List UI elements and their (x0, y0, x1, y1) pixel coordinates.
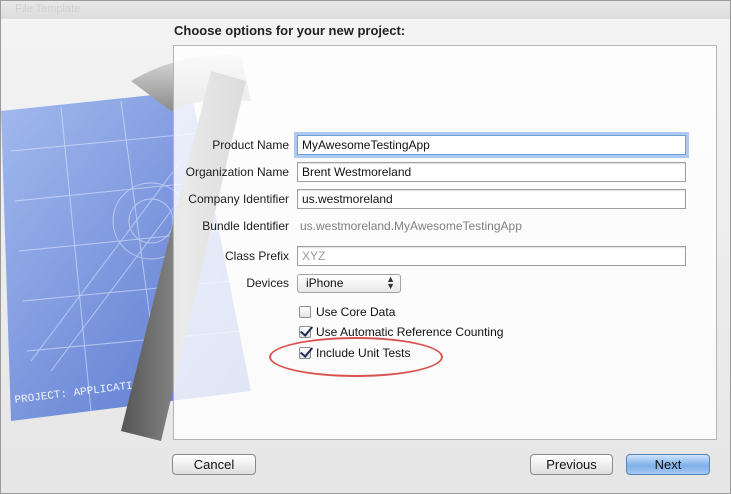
highlight-ellipse (269, 337, 443, 377)
organization-name-input[interactable] (297, 162, 686, 182)
product-name-input[interactable] (297, 135, 686, 155)
product-name-label: Product Name (212, 138, 289, 152)
title-bar: File Template (1, 1, 730, 19)
checkmark-icon (299, 326, 311, 338)
use-core-data-checkbox[interactable]: Use Core Data (299, 305, 395, 319)
up-down-arrows-icon: ▲ ▼ (386, 274, 395, 291)
page-title: Choose options for your new project: (174, 23, 406, 38)
bundle-identifier-label: Bundle Identifier (202, 219, 289, 233)
next-button[interactable]: Next (626, 454, 710, 475)
cancel-button[interactable]: Cancel (172, 454, 256, 475)
new-project-sheet: File Template PROJECT: APPLICATION.APP C… (0, 0, 731, 494)
checkbox-box (299, 306, 311, 318)
use-core-data-label: Use Core Data (316, 305, 396, 319)
class-prefix-label: Class Prefix (224, 249, 289, 263)
company-identifier-label: Company Identifier (188, 192, 289, 206)
previous-button[interactable]: Previous (530, 454, 613, 475)
devices-popup[interactable]: iPhone ▲ ▼ (297, 274, 401, 293)
class-prefix-input[interactable] (297, 246, 686, 266)
devices-label: Devices (246, 276, 289, 290)
options-panel (173, 45, 717, 440)
devices-selected-value: iPhone (306, 276, 344, 290)
organization-name-label: Organization Name (185, 165, 289, 179)
window-title: File Template (15, 3, 81, 15)
company-identifier-input[interactable] (297, 189, 686, 209)
bundle-identifier-value: us.westmoreland.MyAwesomeTestingApp (300, 219, 522, 233)
